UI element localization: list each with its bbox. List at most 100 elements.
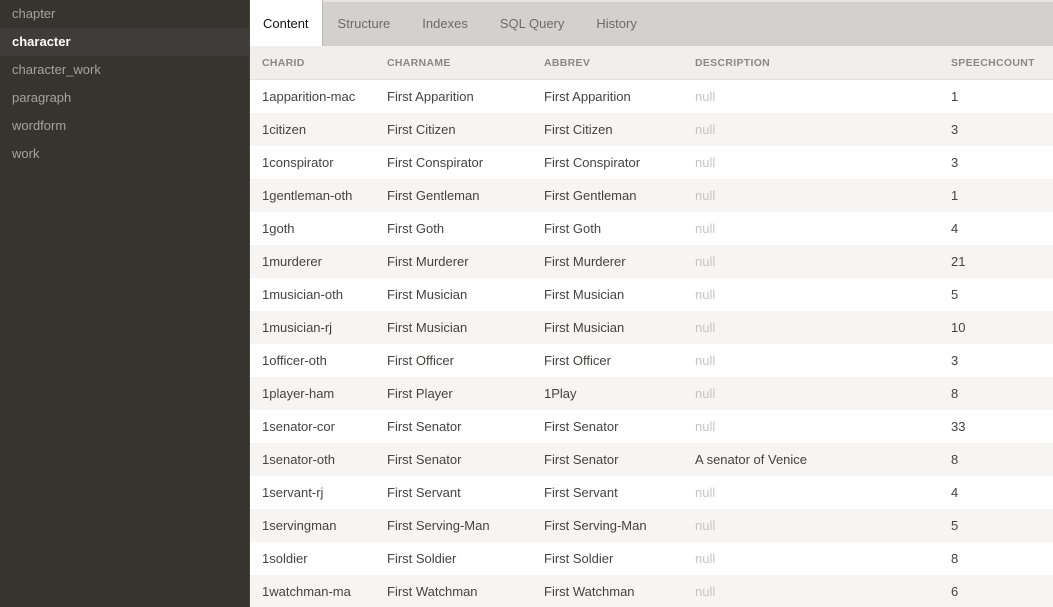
column-header-abbrev[interactable]: ABBREV: [544, 46, 695, 79]
table-row[interactable]: 1watchman-maFirst WatchmanFirst Watchman…: [250, 575, 1053, 607]
column-header-charid[interactable]: CHARID: [262, 46, 387, 79]
cell-description: null: [695, 509, 951, 542]
table-row[interactable]: 1soldierFirst SoldierFirst Soldiernull8: [250, 542, 1053, 575]
table-row[interactable]: 1gentleman-othFirst GentlemanFirst Gentl…: [250, 179, 1053, 212]
cell-charid: 1conspirator: [262, 146, 387, 179]
cell-charname: First Soldier: [387, 542, 544, 575]
cell-speechcount: 10: [951, 311, 1053, 344]
cell-abbrev: First Conspirator: [544, 146, 695, 179]
tab-sql-query[interactable]: SQL Query: [484, 0, 581, 46]
cell-speechcount: 1: [951, 80, 1053, 113]
cell-description: null: [695, 311, 951, 344]
table-header-row: CHARIDCHARNAMEABBREVDESCRIPTIONSPEECHCOU…: [250, 46, 1053, 80]
table-row[interactable]: 1servingmanFirst Serving-ManFirst Servin…: [250, 509, 1053, 542]
cell-description: null: [695, 344, 951, 377]
table-row[interactable]: 1servant-rjFirst ServantFirst Servantnul…: [250, 476, 1053, 509]
cell-charid: 1senator-oth: [262, 443, 387, 476]
cell-charname: First Senator: [387, 443, 544, 476]
cell-charname: First Watchman: [387, 575, 544, 607]
cell-description: null: [695, 575, 951, 607]
tab-indexes[interactable]: Indexes: [406, 0, 484, 46]
cell-description: null: [695, 212, 951, 245]
cell-charname: First Officer: [387, 344, 544, 377]
cell-speechcount: 1: [951, 179, 1053, 212]
cell-description: null: [695, 377, 951, 410]
table-row[interactable]: 1senator-corFirst SenatorFirst Senatornu…: [250, 410, 1053, 443]
cell-abbrev: 1Play: [544, 377, 695, 410]
sidebar-item-character-work[interactable]: character_work: [0, 56, 249, 84]
cell-charname: First Gentleman: [387, 179, 544, 212]
cell-charname: First Serving-Man: [387, 509, 544, 542]
cell-abbrev: First Musician: [544, 278, 695, 311]
sidebar-item-paragraph[interactable]: paragraph: [0, 84, 249, 112]
table-row[interactable]: 1murdererFirst MurdererFirst Murderernul…: [250, 245, 1053, 278]
cell-description: A senator of Venice: [695, 443, 951, 476]
cell-abbrev: First Apparition: [544, 80, 695, 113]
sidebar-item-character[interactable]: character: [0, 28, 249, 56]
table-row[interactable]: 1gothFirst GothFirst Gothnull4: [250, 212, 1053, 245]
cell-charid: 1officer-oth: [262, 344, 387, 377]
cell-speechcount: 5: [951, 509, 1053, 542]
cell-charid: 1servingman: [262, 509, 387, 542]
cell-abbrev: First Citizen: [544, 113, 695, 146]
sidebar-item-chapter[interactable]: chapter: [0, 0, 249, 28]
tab-history[interactable]: History: [580, 0, 652, 46]
cell-abbrev: First Musician: [544, 311, 695, 344]
table-row[interactable]: 1citizenFirst CitizenFirst Citizennull3: [250, 113, 1053, 146]
cell-speechcount: 3: [951, 113, 1053, 146]
database-browser-window: chaptercharactercharacter_workparagraphw…: [0, 0, 1053, 607]
table-row[interactable]: 1apparition-macFirst ApparitionFirst App…: [250, 80, 1053, 113]
column-header-speechcount[interactable]: SPEECHCOUNT: [951, 46, 1053, 79]
cell-charid: 1musician-rj: [262, 311, 387, 344]
sidebar-item-wordform[interactable]: wordform: [0, 112, 249, 140]
table-row[interactable]: 1musician-rjFirst MusicianFirst Musician…: [250, 311, 1053, 344]
cell-description: null: [695, 146, 951, 179]
cell-charname: First Servant: [387, 476, 544, 509]
cell-description: null: [695, 245, 951, 278]
table-row[interactable]: 1senator-othFirst SenatorFirst SenatorA …: [250, 443, 1053, 476]
cell-abbrev: First Soldier: [544, 542, 695, 575]
cell-speechcount: 8: [951, 542, 1053, 575]
cell-speechcount: 4: [951, 476, 1053, 509]
table-row[interactable]: 1musician-othFirst MusicianFirst Musicia…: [250, 278, 1053, 311]
cell-charname: First Musician: [387, 278, 544, 311]
column-header-description[interactable]: DESCRIPTION: [695, 46, 951, 79]
cell-charname: First Conspirator: [387, 146, 544, 179]
cell-description: null: [695, 278, 951, 311]
cell-abbrev: First Goth: [544, 212, 695, 245]
table-list-sidebar: chaptercharactercharacter_workparagraphw…: [0, 0, 250, 607]
cell-abbrev: First Senator: [544, 443, 695, 476]
sidebar-item-work[interactable]: work: [0, 140, 249, 168]
tab-bar: ContentStructureIndexesSQL QueryHistory: [250, 0, 1053, 46]
tab-structure[interactable]: Structure: [322, 0, 407, 46]
cell-charid: 1watchman-ma: [262, 575, 387, 607]
content-data-grid: CHARIDCHARNAMEABBREVDESCRIPTIONSPEECHCOU…: [250, 46, 1053, 607]
cell-speechcount: 6: [951, 575, 1053, 607]
table-row[interactable]: 1player-hamFirst Player1Playnull8: [250, 377, 1053, 410]
cell-speechcount: 4: [951, 212, 1053, 245]
cell-charid: 1apparition-mac: [262, 80, 387, 113]
table-row[interactable]: 1conspiratorFirst ConspiratorFirst Consp…: [250, 146, 1053, 179]
cell-description: null: [695, 476, 951, 509]
cell-charname: First Citizen: [387, 113, 544, 146]
cell-description: null: [695, 542, 951, 575]
cell-speechcount: 8: [951, 443, 1053, 476]
column-header-charname[interactable]: CHARNAME: [387, 46, 544, 79]
cell-abbrev: First Senator: [544, 410, 695, 443]
cell-charname: First Goth: [387, 212, 544, 245]
cell-speechcount: 5: [951, 278, 1053, 311]
cell-abbrev: First Murderer: [544, 245, 695, 278]
cell-charname: First Player: [387, 377, 544, 410]
main-panel: ContentStructureIndexesSQL QueryHistory …: [250, 0, 1053, 607]
cell-abbrev: First Serving-Man: [544, 509, 695, 542]
cell-abbrev: First Gentleman: [544, 179, 695, 212]
cell-charname: First Senator: [387, 410, 544, 443]
tab-content[interactable]: Content: [250, 0, 322, 46]
table-row[interactable]: 1officer-othFirst OfficerFirst Officernu…: [250, 344, 1053, 377]
cell-abbrev: First Watchman: [544, 575, 695, 607]
cell-speechcount: 8: [951, 377, 1053, 410]
cell-speechcount: 3: [951, 344, 1053, 377]
cell-description: null: [695, 410, 951, 443]
cell-description: null: [695, 113, 951, 146]
cell-abbrev: First Servant: [544, 476, 695, 509]
